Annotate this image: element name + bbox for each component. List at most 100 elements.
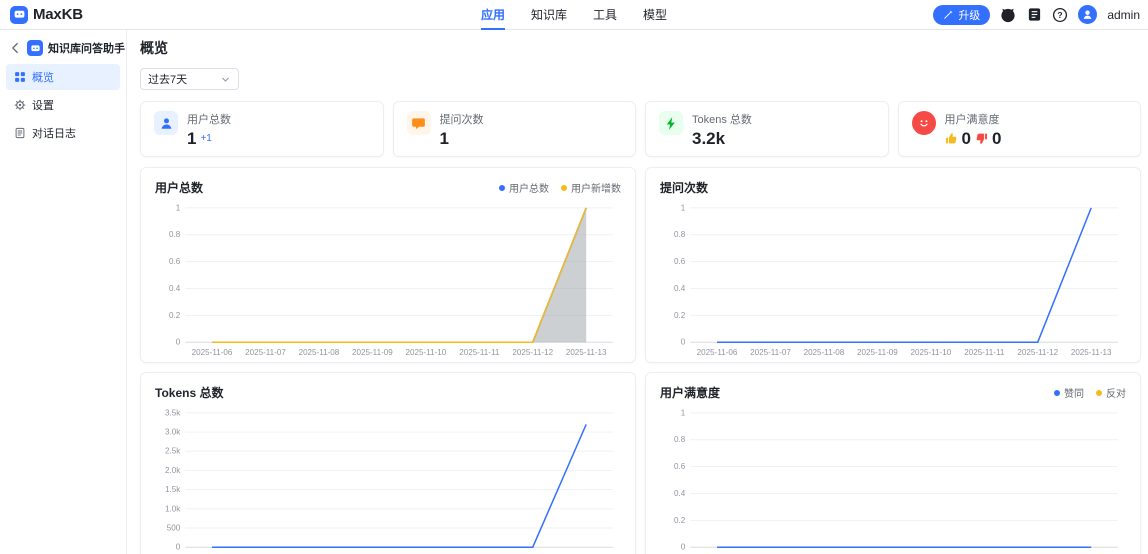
stat-label: 用户总数 [187, 114, 231, 126]
stat-delta: +1 [200, 133, 212, 144]
svg-text:0: 0 [681, 543, 686, 552]
svg-text:0.2: 0.2 [674, 516, 686, 525]
legend-label: 用户总数 [509, 184, 549, 195]
face-icon [911, 111, 936, 135]
svg-text:2025-11-09: 2025-11-09 [857, 348, 898, 357]
chat-icon [406, 111, 431, 135]
chevron-down-icon [220, 74, 231, 85]
wand-icon [944, 10, 953, 19]
main-nav: 应用 知识库 工具 模型 [480, 0, 667, 30]
chart-legend: 赞同 反对 [1054, 385, 1126, 400]
thumbs-up-icon [945, 132, 958, 145]
chart-card-questions: 提问次数 0 0.2 0.4 0.6 0.8 1 2025-11-06 2025-11-07 20… [645, 167, 1141, 363]
chart-card-users-total: 用户总数 用户总数 用户新增数 0 0.2 0.4 0.6 0.8 1 2025-11-06 202… [140, 167, 636, 363]
svg-text:0.6: 0.6 [674, 462, 686, 471]
upgrade-button[interactable]: 升级 [933, 4, 991, 25]
stat-card-tokens: Tokens 总数 3.2k [645, 101, 889, 157]
chart-plot: 00.20.40.60.812025-11-062025-11-072025-1… [674, 408, 1118, 554]
svg-text:?: ? [1058, 10, 1063, 20]
github-icon[interactable] [1000, 7, 1016, 23]
legend-dot-icon [561, 184, 567, 191]
nav-item-apps[interactable]: 应用 [480, 0, 505, 30]
svg-text:3.0k: 3.0k [165, 428, 180, 437]
header-actions: 升级 ? admin [933, 4, 1140, 25]
legend-item[interactable]: 用户总数 [499, 180, 549, 195]
time-range-value: 过去7天 [148, 74, 188, 86]
svg-text:0.2: 0.2 [674, 311, 686, 320]
svg-text:2025-11-06: 2025-11-06 [192, 348, 233, 357]
chart-title: Tokens 总数 [155, 386, 224, 400]
svg-text:2025-11-12: 2025-11-12 [512, 348, 553, 357]
sidebar-item-chat-logs[interactable]: 对话日志 [6, 120, 120, 146]
svg-text:0.8: 0.8 [169, 230, 181, 239]
legend-label: 反对 [1106, 389, 1126, 400]
svg-text:2025-11-07: 2025-11-07 [750, 348, 791, 357]
svg-text:1.5k: 1.5k [165, 485, 180, 494]
app-title: 知识库问答助手 [48, 43, 125, 55]
chart-card-tokens-total: Tokens 总数05001.0k1.5k2.0k2.5k3.0k3.5k202… [140, 372, 636, 554]
thumbs-down-icon [975, 132, 988, 145]
nav-item-tools[interactable]: 工具 [593, 0, 617, 29]
legend-label: 用户新增数 [571, 184, 621, 195]
chart-title: 用户满意度 [660, 386, 721, 400]
stat-card-satisfaction: 用户满意度 0 0 [897, 101, 1141, 157]
chart-title: 提问次数 [660, 181, 709, 195]
svg-text:1: 1 [176, 203, 181, 212]
svg-text:2025-11-13: 2025-11-13 [566, 348, 607, 357]
brand-name: MaxKB [33, 6, 83, 23]
stat-label: 用户满意度 [944, 114, 1000, 126]
sidebar-item-settings[interactable]: 设置 [6, 92, 120, 118]
svg-text:0.2: 0.2 [169, 311, 181, 320]
help-icon[interactable]: ? [1052, 7, 1068, 23]
app-icon [27, 40, 43, 56]
stat-value: 1 [439, 129, 449, 148]
maxkb-logo[interactable]: MaxKB [10, 5, 83, 24]
svg-text:1.0k: 1.0k [165, 504, 180, 513]
log-document-icon [14, 127, 26, 139]
docs-icon[interactable] [1026, 7, 1042, 23]
top-navbar: MaxKB 应用 知识库 工具 模型 升级 ? admin [0, 0, 1148, 30]
legend-item[interactable]: 用户新增数 [561, 180, 621, 195]
chart-plot: 00.20.40.60.812025-11-062025-11-072025-1… [674, 203, 1118, 357]
back-button[interactable] [8, 41, 22, 55]
svg-text:0.4: 0.4 [674, 489, 686, 498]
svg-text:0.4: 0.4 [674, 284, 686, 293]
maxkb-logo-icon [10, 5, 28, 24]
nav-item-knowledge[interactable]: 知识库 [531, 0, 567, 29]
sidebar-menu: 概览 设置 对话日志 [6, 64, 120, 146]
nav-item-models[interactable]: 模型 [643, 0, 667, 29]
svg-text:0: 0 [176, 338, 181, 347]
svg-text:2025-11-08: 2025-11-08 [299, 348, 340, 357]
overview-grid-icon [14, 71, 26, 83]
charts-grid: 用户总数 用户总数 用户新增数 0 0.2 0.4 0.6 0.8 1 2025-11-06 202… [140, 167, 1141, 554]
svg-text:0.4: 0.4 [169, 284, 181, 293]
stat-label: 提问次数 [439, 114, 484, 126]
stat-value: 3.2k [692, 129, 726, 148]
svg-text:1: 1 [681, 203, 686, 212]
legend-item[interactable]: 赞同 [1054, 385, 1084, 400]
svg-text:2025-11-12: 2025-11-12 [1017, 348, 1058, 357]
stats-row: 用户总数 1 +1 提问次数 1 Tokens 总数 3.2k 用户满意度 0 … [140, 101, 1141, 157]
legend-item[interactable]: 反对 [1096, 385, 1126, 400]
svg-text:0.8: 0.8 [674, 435, 686, 444]
sidebar-item-label: 设置 [32, 100, 54, 112]
legend-dot-icon [499, 184, 505, 191]
user-icon [154, 111, 178, 135]
svg-text:2025-11-07: 2025-11-07 [245, 348, 286, 357]
sidebar-item-overview[interactable]: 概览 [6, 64, 120, 90]
sidebar-item-label: 概览 [32, 72, 54, 84]
svg-text:0: 0 [176, 543, 181, 552]
token-icon [659, 111, 683, 135]
sidebar-header: 知识库问答助手 [6, 36, 125, 64]
svg-text:1: 1 [681, 408, 686, 417]
avatar[interactable] [1078, 5, 1098, 24]
sidebar: 知识库问答助手 概览 设置 对话日志 [0, 30, 127, 554]
time-range-select[interactable]: 过去7天 [140, 68, 239, 90]
svg-text:3.5k: 3.5k [165, 408, 180, 417]
gear-icon [14, 99, 26, 111]
svg-text:2.5k: 2.5k [165, 447, 180, 456]
username: admin [1107, 7, 1140, 22]
main-content: 概览 过去7天 用户总数 1 +1 提问次数 1 Tokens 总数 3.2k … [127, 30, 1148, 554]
legend-dot-icon [1054, 389, 1060, 396]
chart-card-satisfaction: 用户满意度赞同反对00.20.40.60.812025-11-062025-11… [645, 372, 1141, 554]
